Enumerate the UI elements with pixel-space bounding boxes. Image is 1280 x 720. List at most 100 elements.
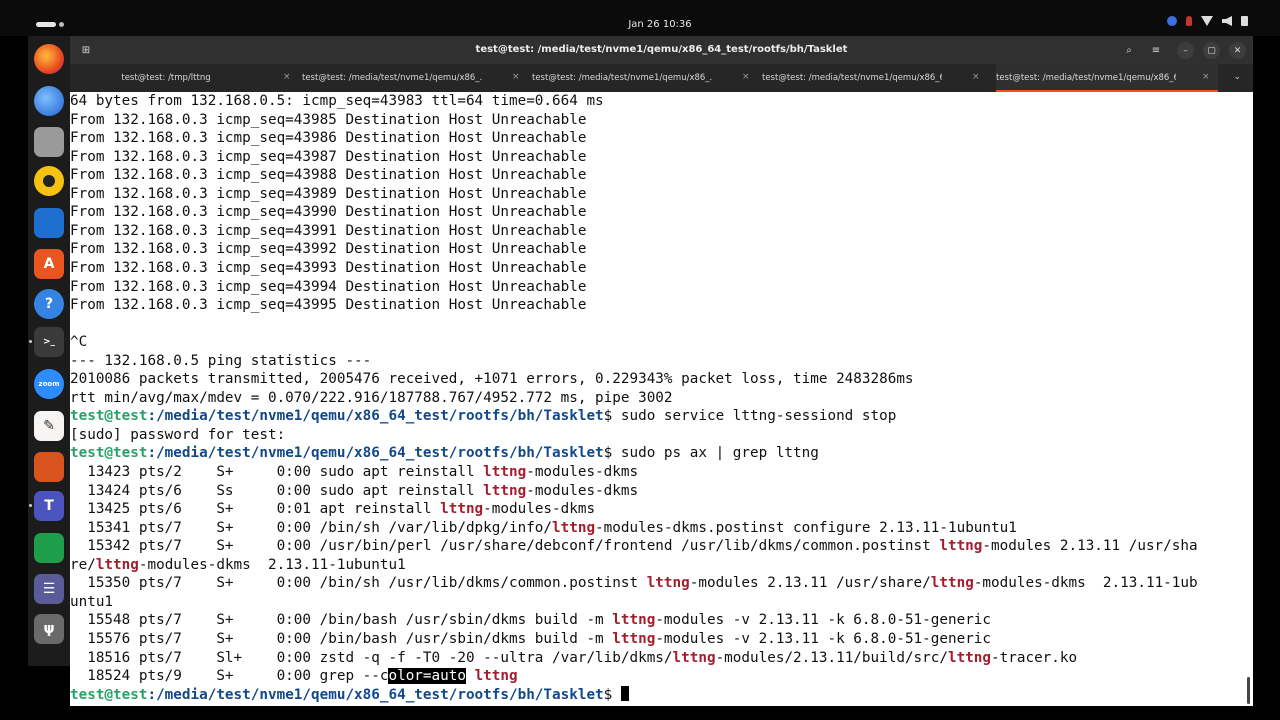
tab-close-icon[interactable]: × bbox=[283, 72, 291, 82]
grep-match: lttng bbox=[483, 464, 527, 480]
terminal-line: --- 132.168.0.5 ping statistics --- bbox=[70, 352, 371, 370]
terminal-line: 15350 pts/7 S+ 0:00 /bin/sh /usr/lib/dkm… bbox=[70, 574, 1197, 592]
minimize-icon[interactable]: – bbox=[1177, 42, 1194, 59]
terminal-output[interactable]: 64 bytes from 132.168.0.5: icmp_seq=4398… bbox=[70, 92, 1253, 706]
grep-match: lttng bbox=[646, 575, 690, 592]
tab-close-icon[interactable]: × bbox=[742, 72, 750, 82]
grep-match: lttng bbox=[483, 482, 527, 499]
grep-match: lttng bbox=[474, 668, 518, 685]
terminal-line: 2010086 packets transmitted, 2005476 rec… bbox=[70, 370, 914, 388]
terminal-text: -modules-dkms bbox=[526, 482, 639, 499]
terminal-text: 15576 pts/7 S+ 0:00 /bin/bash /usr/sbin/… bbox=[70, 630, 613, 647]
menu-icon[interactable]: ≡ bbox=[1146, 40, 1166, 60]
terminal-text: -modules 2.13.11 /usr/share/ bbox=[689, 575, 931, 592]
running-indicator bbox=[29, 504, 32, 507]
thunderbird-icon[interactable] bbox=[34, 86, 64, 116]
terminal-line: 13425 pts/6 S+ 0:01 apt reinstall lttng-… bbox=[70, 500, 595, 518]
grep-match: lttng bbox=[939, 538, 983, 555]
power-icon[interactable] bbox=[1241, 16, 1248, 26]
tab[interactable]: test@test: /media/test/nvme1/qemu/x86_..… bbox=[532, 64, 754, 91]
writer-icon[interactable] bbox=[34, 208, 64, 238]
firefox-icon[interactable] bbox=[34, 44, 64, 74]
terminal-line: From 132.168.0.3 icmp_seq=43986 Destinat… bbox=[70, 129, 586, 147]
terminal-text: untu1 bbox=[70, 593, 114, 610]
prompt-user: test@test bbox=[70, 445, 148, 462]
maximize-icon[interactable]: ▢ bbox=[1203, 42, 1220, 59]
terminal-line: test@test:/media/test/nvme1/qemu/x86_64_… bbox=[70, 444, 819, 462]
close-icon[interactable]: ✕ bbox=[1229, 42, 1246, 59]
header-bar: ⊞ test@test: /media/test/nvme1/qemu/x86_… bbox=[70, 36, 1253, 64]
microphone-icon[interactable] bbox=[1186, 16, 1192, 26]
terminal-text: 2010086 packets transmitted, 2005476 rec… bbox=[70, 371, 914, 388]
network-icon[interactable] bbox=[1201, 16, 1213, 26]
terminal-text: From 132.168.0.3 icmp_seq=43992 Destinat… bbox=[70, 241, 587, 258]
terminal-text: [sudo] password for test: bbox=[70, 426, 286, 443]
zoom-icon[interactable]: zoom bbox=[34, 369, 64, 399]
app-center-icon[interactable]: A bbox=[34, 249, 64, 279]
rhythmbox-icon[interactable] bbox=[34, 166, 64, 196]
disks-icon[interactable]: ☰ bbox=[34, 574, 64, 604]
files-icon[interactable] bbox=[34, 127, 64, 157]
terminal-text: -modules-dkms.postinst configure 2.13.11… bbox=[595, 519, 1017, 536]
terminal-text: ^C bbox=[70, 334, 88, 351]
tab[interactable]: test@test: /tmp/lttng × bbox=[76, 64, 298, 91]
grep-match: lttng bbox=[552, 519, 596, 536]
teams-icon[interactable]: T bbox=[34, 491, 64, 521]
terminal-icon[interactable]: >_ bbox=[34, 327, 64, 357]
terminal-text: From 132.168.0.3 icmp_seq=43990 Destinat… bbox=[70, 204, 587, 221]
terminal-text: rtt min/avg/max/mdev = 0.070/222.916/187… bbox=[70, 389, 673, 406]
usb-icon[interactable]: ψ bbox=[34, 614, 64, 644]
calc-icon[interactable] bbox=[34, 533, 64, 563]
prompt-user: test@test bbox=[70, 686, 148, 703]
zoom-tray-icon[interactable] bbox=[1167, 16, 1177, 26]
workspace-dot[interactable] bbox=[59, 22, 64, 27]
terminal-line: 15548 pts/7 S+ 0:00 /bin/bash /usr/sbin/… bbox=[70, 611, 991, 629]
tab-close-icon[interactable]: × bbox=[1202, 72, 1210, 82]
system-tray[interactable] bbox=[1167, 16, 1248, 26]
terminal-line: 15576 pts/7 S+ 0:00 /bin/bash /usr/sbin/… bbox=[70, 630, 991, 648]
prompt-path: :/media/test/nvme1/qemu/x86_64_test/root… bbox=[147, 445, 604, 462]
help-icon[interactable]: ? bbox=[34, 289, 64, 319]
terminal-line: From 132.168.0.3 icmp_seq=43991 Destinat… bbox=[70, 222, 586, 240]
tab[interactable]: test@test: /media/test/nvme1/qemu/x86_..… bbox=[302, 64, 524, 91]
clock[interactable]: Jan 26 10:36 bbox=[600, 19, 720, 30]
volume-icon[interactable] bbox=[1222, 16, 1232, 26]
terminal-line: From 132.168.0.3 icmp_seq=43992 Destinat… bbox=[70, 240, 586, 258]
search-icon[interactable]: ⌕ bbox=[1119, 40, 1139, 60]
terminal-text: --- 132.168.0.5 ping statistics --- bbox=[70, 352, 372, 369]
impress-icon[interactable] bbox=[34, 452, 64, 482]
tab[interactable]: test@test: /media/test/nvme1/qemu/x86_6.… bbox=[762, 64, 984, 91]
tab-label: test@test: /media/test/nvme1/qemu/x86_6.… bbox=[762, 73, 942, 83]
terminal-line: ^C bbox=[70, 333, 87, 351]
terminal-line: 18524 pts/9 S+ 0:00 grep --color=auto lt… bbox=[70, 667, 518, 685]
terminal-line: From 132.168.0.3 icmp_seq=43993 Destinat… bbox=[70, 259, 586, 277]
terminal-text: $ sudo service lttng-sessiond stop bbox=[603, 408, 897, 425]
terminal-line: 15341 pts/7 S+ 0:00 /bin/sh /var/lib/dpk… bbox=[70, 519, 1017, 537]
tab-active[interactable]: test@test: /media/test/nvme1/qemu/x86_6.… bbox=[996, 64, 1218, 92]
terminal-text: -modules-dkms bbox=[483, 501, 596, 518]
grep-match: lttng bbox=[612, 630, 656, 647]
tab-close-icon[interactable]: × bbox=[972, 72, 980, 82]
scrollbar[interactable] bbox=[1247, 677, 1250, 704]
activities-indicator[interactable] bbox=[36, 22, 56, 27]
window-title: test@test: /media/test/nvme1/qemu/x86_64… bbox=[475, 44, 848, 55]
tab-close-icon[interactable]: × bbox=[512, 72, 520, 82]
terminal-text: $ bbox=[603, 686, 621, 703]
terminal-text: 13423 pts/2 S+ 0:00 sudo apt reinstall bbox=[70, 464, 484, 480]
terminal-text: 64 bytes from 132.168.0.5: icmp_seq=4398… bbox=[70, 93, 604, 109]
grep-match: lttng bbox=[612, 612, 656, 629]
terminal-text: From 132.168.0.3 icmp_seq=43987 Destinat… bbox=[70, 148, 587, 165]
terminal-text: From 132.168.0.3 icmp_seq=43986 Destinat… bbox=[70, 130, 587, 147]
text-cursor bbox=[620, 685, 629, 701]
terminal-line: re/lttng-modules-dkms 2.13.11-1ubuntu1 bbox=[70, 556, 406, 574]
chevron-down-icon[interactable]: ⌄ bbox=[1233, 72, 1241, 82]
terminal-text: 18516 pts/7 Sl+ 0:00 zstd -q -f -T0 -20 … bbox=[70, 649, 673, 666]
terminal-line: From 132.168.0.3 icmp_seq=43994 Destinat… bbox=[70, 278, 586, 296]
text-editor-icon[interactable]: ✎ bbox=[34, 411, 64, 441]
terminal-text: 15548 pts/7 S+ 0:00 /bin/bash /usr/sbin/… bbox=[70, 612, 613, 629]
terminal-line: untu1 bbox=[70, 593, 113, 611]
terminal-line: test@test:/media/test/nvme1/qemu/x86_64_… bbox=[70, 685, 629, 704]
running-indicator bbox=[29, 340, 32, 343]
terminal-text: 13425 pts/6 S+ 0:01 apt reinstall bbox=[70, 501, 441, 518]
